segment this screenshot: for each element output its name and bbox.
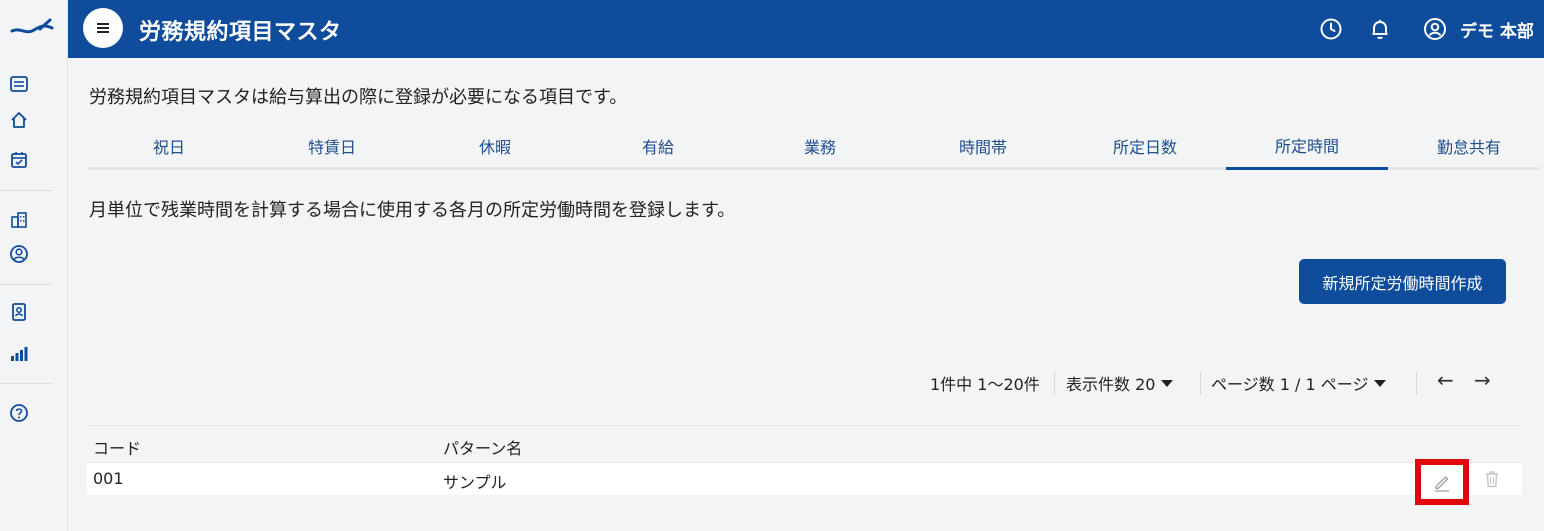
- create-scheduled-hours-button[interactable]: 新規所定労働時間作成: [1299, 259, 1506, 304]
- list-icon[interactable]: [7, 72, 31, 96]
- sidebar: [0, 0, 68, 531]
- menu-button[interactable]: [83, 8, 123, 48]
- page-title: 労務規約項目マスタ: [139, 20, 342, 45]
- history-icon[interactable]: [1318, 16, 1344, 42]
- tab-holiday[interactable]: 祝日: [88, 122, 250, 170]
- pencil-icon: [1435, 476, 1449, 492]
- table-header: コード パターン名: [87, 425, 1522, 463]
- column-header-code: コード: [93, 439, 142, 458]
- trash-icon[interactable]: [1481, 468, 1503, 490]
- bell-icon[interactable]: [1367, 16, 1393, 42]
- caret-down-icon: [1161, 379, 1174, 387]
- edit-button[interactable]: [1415, 459, 1469, 505]
- user-icon[interactable]: [1422, 16, 1448, 42]
- page-label: ページ数 1 / 1 ページ: [1211, 375, 1369, 394]
- tab-leave[interactable]: 休暇: [414, 122, 576, 170]
- home-icon[interactable]: [7, 108, 31, 132]
- tab-time-slot[interactable]: 時間帯: [902, 122, 1064, 170]
- intro-text: 労務規約項目マスタは給与算出の際に登録が必要になる項目です。: [89, 87, 628, 108]
- user-circle-icon[interactable]: [7, 242, 31, 266]
- tab-paid-leave[interactable]: 有給: [577, 122, 739, 170]
- caret-down-icon: [1374, 379, 1387, 387]
- user-name[interactable]: デモ 本部: [1460, 17, 1534, 42]
- pager-range: 1件中 1〜20件: [930, 375, 1040, 394]
- page-select[interactable]: ページ数 1 / 1 ページ: [1211, 370, 1387, 396]
- table-row[interactable]: 001 サンプル: [87, 459, 1522, 505]
- building-icon[interactable]: [7, 208, 31, 232]
- tab-description: 月単位で残業時間を計算する場合に使用する各月の所定労働時間を登録します。: [89, 200, 736, 221]
- column-header-pattern-name: パターン名: [443, 439, 523, 458]
- per-page-select[interactable]: 表示件数 20: [1066, 370, 1174, 396]
- data-table: コード パターン名 001 サンプル: [87, 425, 1522, 505]
- tab-scheduled-days[interactable]: 所定日数: [1064, 122, 1226, 170]
- tab-work[interactable]: 業務: [739, 122, 901, 170]
- logo-icon: [10, 18, 54, 34]
- tab-attendance-share[interactable]: 勤怠共有: [1388, 122, 1544, 170]
- next-page-button[interactable]: →: [1474, 368, 1491, 392]
- per-page-label: 表示件数 20: [1066, 375, 1156, 394]
- tab-special-wage-day[interactable]: 特賃日: [251, 122, 413, 170]
- prev-page-button[interactable]: ←: [1437, 368, 1454, 392]
- hamburger-icon: [97, 23, 109, 33]
- cell-pattern-name: サンプル: [443, 473, 507, 492]
- tab-scheduled-hours[interactable]: 所定時間: [1226, 122, 1388, 170]
- tab-bar: 祝日 特賃日 休暇 有給 業務 時間帯 所定日数 所定時間 勤怠共有: [88, 122, 1540, 170]
- header-bar: 労務規約項目マスタ デモ 本部: [68, 0, 1544, 58]
- bar-chart-icon[interactable]: [7, 342, 31, 366]
- help-icon[interactable]: [7, 401, 31, 425]
- id-badge-icon[interactable]: [7, 300, 31, 324]
- cell-code: 001: [93, 469, 124, 488]
- calendar-check-icon[interactable]: [7, 148, 31, 172]
